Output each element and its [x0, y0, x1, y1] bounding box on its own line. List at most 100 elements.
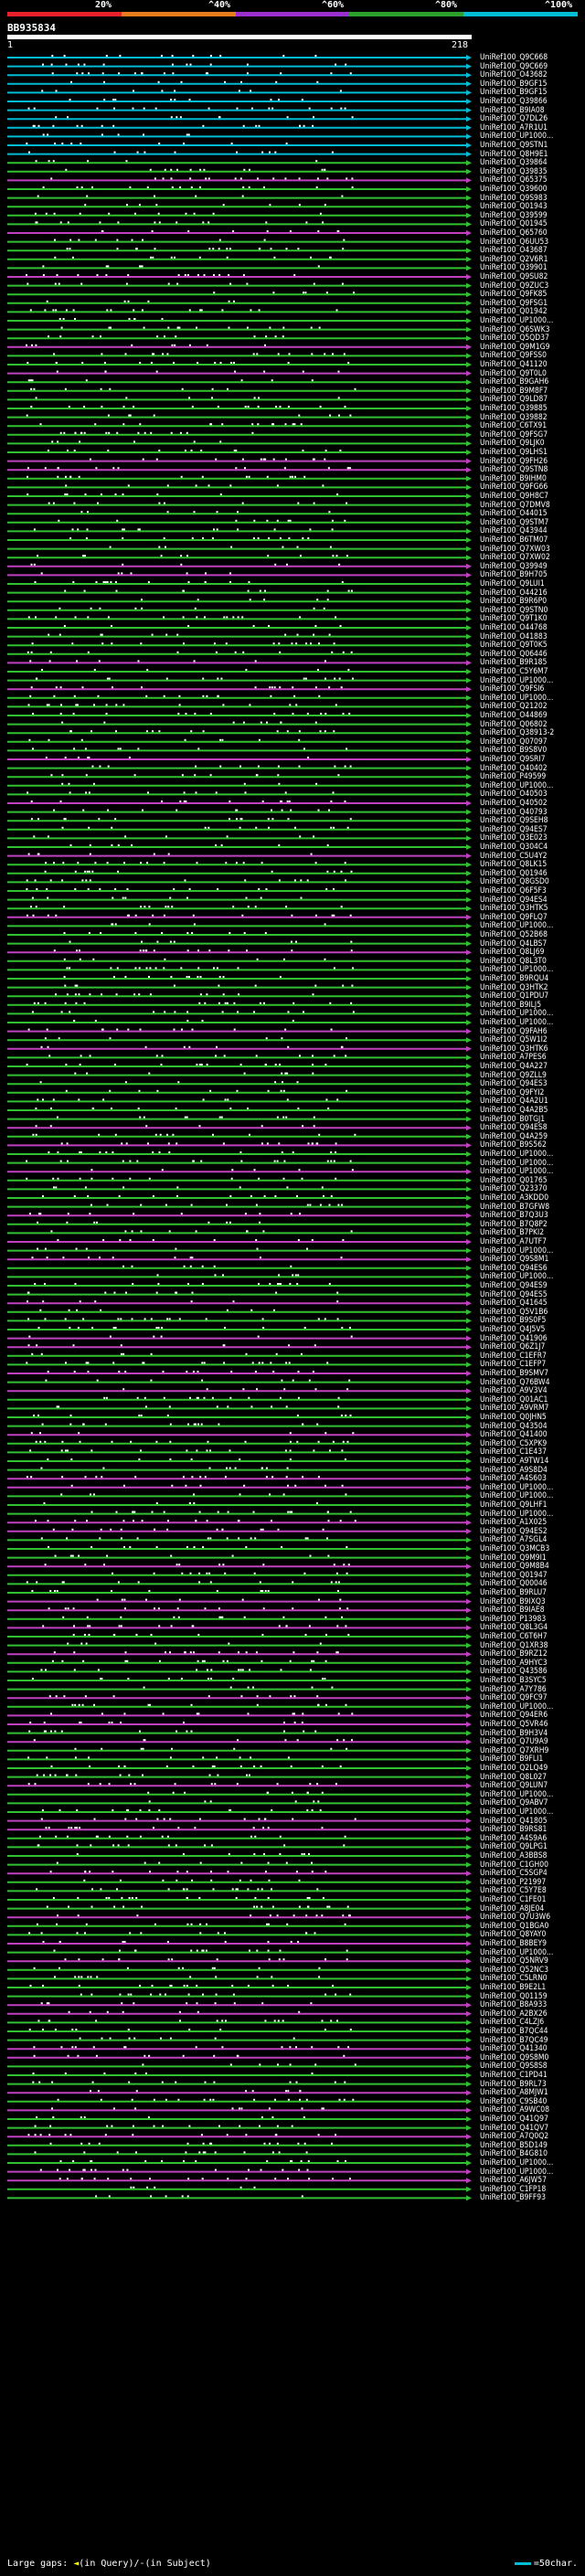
- hit-row[interactable]: [7, 651, 472, 657]
- hit-row[interactable]: [7, 713, 472, 718]
- hit-row[interactable]: [7, 168, 472, 175]
- hit-row[interactable]: [7, 1467, 472, 1473]
- hit-label[interactable]: UniRef100_Q39600: [480, 185, 548, 194]
- hit-label[interactable]: UniRef100_C5XPK9: [480, 1439, 547, 1448]
- hit-label[interactable]: UniRef100_Q9C669: [480, 62, 548, 71]
- hit-label[interactable]: UniRef100_Q41805: [480, 1817, 548, 1826]
- hit-row[interactable]: [7, 2002, 472, 2009]
- hit-row[interactable]: [7, 256, 472, 262]
- hit-label[interactable]: UniRef100_Q9M8B4: [480, 1562, 549, 1571]
- hit-label[interactable]: UniRef100_Q94ES9: [480, 1281, 548, 1290]
- hit-row[interactable]: [7, 704, 472, 710]
- hit-row[interactable]: [7, 1432, 472, 1438]
- hit-row[interactable]: [7, 1853, 472, 1859]
- hit-row[interactable]: [7, 2010, 472, 2017]
- hit-label[interactable]: UniRef100_Q5V1B6: [480, 1308, 548, 1317]
- hit-row[interactable]: [7, 1651, 472, 1658]
- hit-label[interactable]: UniRef100_C1GH00: [480, 1860, 548, 1870]
- hit-label[interactable]: UniRef100_Q06802: [480, 720, 548, 729]
- hit-label[interactable]: UniRef100_UP1000...: [480, 1807, 553, 1817]
- hit-label[interactable]: UniRef100_Q3HTK6: [480, 1044, 548, 1054]
- hit-row[interactable]: [7, 90, 472, 96]
- hit-row[interactable]: [7, 818, 472, 824]
- hit-label[interactable]: UniRef100_UP1000...: [480, 1167, 553, 1176]
- hit-row[interactable]: [7, 2116, 472, 2122]
- hit-row[interactable]: [7, 1774, 472, 1780]
- hit-label[interactable]: UniRef100_Q00046: [480, 1579, 548, 1588]
- hit-label[interactable]: UniRef100_Q41645: [480, 1299, 548, 1308]
- hit-row[interactable]: [7, 2029, 472, 2034]
- hit-row[interactable]: [7, 1081, 472, 1087]
- hit-label[interactable]: UniRef100_Q9FAH6: [480, 1027, 548, 1036]
- hit-label[interactable]: UniRef100_Q94ES3: [480, 1079, 548, 1088]
- hit-label[interactable]: UniRef100_UP1000...: [480, 921, 553, 930]
- hit-label[interactable]: UniRef100_Q41120: [480, 360, 548, 369]
- hit-label[interactable]: UniRef100_B9IHM0: [480, 474, 547, 483]
- hit-row[interactable]: [7, 1511, 472, 1517]
- hit-label[interactable]: UniRef100_B9IA08: [480, 106, 545, 115]
- hit-row[interactable]: [7, 1590, 472, 1595]
- hit-label[interactable]: UniRef100_Q01AC1: [480, 1395, 548, 1405]
- hit-row[interactable]: [7, 1616, 472, 1622]
- hit-row[interactable]: [7, 143, 472, 148]
- hit-label[interactable]: UniRef100_Q01159: [480, 1992, 548, 2001]
- hit-label[interactable]: UniRef100_A1X025: [480, 1518, 547, 1527]
- hit-label[interactable]: UniRef100_Q3HTK2: [480, 983, 548, 992]
- hit-label[interactable]: UniRef100_A6JW57: [480, 2176, 547, 2185]
- hit-label[interactable]: UniRef100_UP1000...: [480, 2168, 553, 2177]
- hit-row[interactable]: [7, 835, 472, 842]
- hit-label[interactable]: UniRef100_Q43944: [480, 526, 548, 535]
- hit-row[interactable]: [7, 1923, 472, 1929]
- hit-label[interactable]: UniRef100_Q41340: [480, 2044, 548, 2053]
- hit-label[interactable]: UniRef100_B8BEY9: [480, 1939, 547, 1948]
- hit-label[interactable]: UniRef100_UP1000...: [480, 2158, 553, 2168]
- hit-row[interactable]: [7, 1739, 472, 1745]
- hit-label[interactable]: UniRef100_Q6F5F3: [480, 886, 547, 896]
- hit-row[interactable]: [7, 826, 472, 832]
- hit-row[interactable]: [7, 2125, 472, 2131]
- hit-row[interactable]: [7, 747, 472, 754]
- hit-label[interactable]: UniRef100_Q7DL26: [480, 114, 548, 123]
- hit-row[interactable]: [7, 958, 472, 964]
- hit-label[interactable]: UniRef100_Q8H9E1: [480, 150, 548, 159]
- hit-label[interactable]: UniRef100_A9HYC3: [480, 1659, 548, 1668]
- hit-label[interactable]: UniRef100_Q43586: [480, 1667, 548, 1676]
- hit-row[interactable]: [7, 1818, 472, 1824]
- hit-label[interactable]: UniRef100_Q41Q97: [480, 2115, 548, 2124]
- hit-row[interactable]: [7, 1125, 472, 1131]
- hit-label[interactable]: UniRef100_B9R6P0: [480, 597, 547, 606]
- hit-label[interactable]: UniRef100_Q9S983: [480, 194, 548, 203]
- hit-row[interactable]: [7, 362, 472, 367]
- hit-label[interactable]: UniRef100_O44768: [480, 623, 548, 632]
- hit-row[interactable]: [7, 221, 472, 228]
- hit-label[interactable]: UniRef100_Q9LHF1: [480, 1500, 547, 1510]
- hit-label[interactable]: UniRef100_Q6Z1J7: [480, 1342, 545, 1352]
- hit-row[interactable]: [7, 1861, 472, 1868]
- hit-row[interactable]: [7, 1396, 472, 1403]
- hit-row[interactable]: [7, 370, 472, 376]
- hit-label[interactable]: UniRef100_Q39885: [480, 404, 548, 413]
- hit-row[interactable]: [7, 1827, 472, 1833]
- hit-row[interactable]: [7, 1440, 472, 1447]
- hit-label[interactable]: UniRef100_B9SMV7: [480, 1369, 548, 1378]
- hit-row[interactable]: [7, 563, 472, 569]
- hit-row[interactable]: [7, 1941, 472, 1946]
- hit-row[interactable]: [7, 1905, 472, 1912]
- hit-row[interactable]: [7, 616, 472, 622]
- hit-label[interactable]: UniRef100_A4S603: [480, 1474, 547, 1483]
- hit-label[interactable]: UniRef100_Q9SU82: [480, 272, 548, 281]
- hit-row[interactable]: [7, 1151, 472, 1157]
- hit-row[interactable]: [7, 2168, 472, 2175]
- hit-label[interactable]: UniRef100_UP1000...: [480, 1702, 553, 1712]
- hit-label[interactable]: UniRef100_B9GAH6: [480, 377, 548, 387]
- hit-row[interactable]: [7, 2186, 472, 2192]
- hit-label[interactable]: UniRef100_C1PD41: [480, 2071, 548, 2080]
- hit-row[interactable]: [7, 397, 472, 403]
- hit-row[interactable]: [7, 2160, 472, 2166]
- hit-label[interactable]: UniRef100_Q9STN8: [480, 465, 548, 474]
- hit-row[interactable]: [7, 274, 472, 280]
- hit-row[interactable]: [7, 757, 472, 762]
- hit-label[interactable]: UniRef100_C5U4Y2: [480, 852, 548, 861]
- hit-label[interactable]: UniRef100_Q4A2B5: [480, 1106, 548, 1115]
- hit-row[interactable]: [7, 475, 472, 482]
